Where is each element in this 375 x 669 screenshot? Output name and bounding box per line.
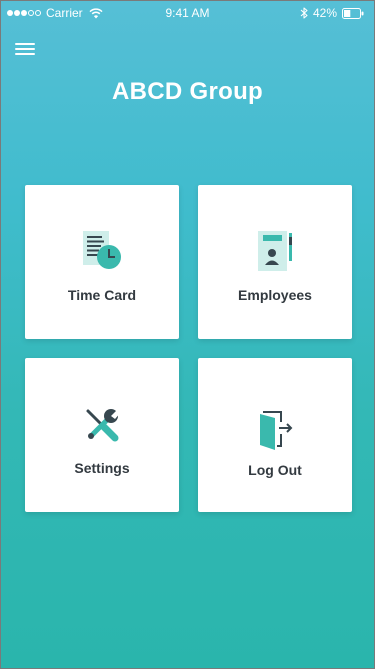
settings-tile[interactable]: Settings xyxy=(25,358,179,512)
menu-line xyxy=(15,48,35,50)
tile-label-log-out: Log Out xyxy=(248,462,302,478)
tile-label-employees: Employees xyxy=(238,287,312,303)
app-screen: Carrier 9:41 AM 42% ABCD Group Time Card… xyxy=(0,0,375,669)
employee-badge-icon xyxy=(198,229,352,278)
page-title: ABCD Group xyxy=(112,78,263,105)
hamburger-menu-icon[interactable] xyxy=(15,41,37,57)
menu-line xyxy=(15,53,35,55)
battery-icon xyxy=(342,7,364,19)
status-bar: Carrier 9:41 AM 42% xyxy=(1,1,374,25)
battery-percentage: 42% xyxy=(312,6,337,20)
tile-label-time-card: Time Card xyxy=(67,287,137,303)
logout-door-icon xyxy=(198,408,352,457)
employees-tile[interactable]: Employees xyxy=(198,185,352,339)
timecard-icon xyxy=(25,229,179,278)
wrench-screwdriver-icon xyxy=(25,405,179,450)
tile-label-settings: Settings xyxy=(74,460,130,476)
time-card-tile[interactable]: Time Card xyxy=(25,185,179,339)
bluetooth-icon xyxy=(300,7,308,19)
menu-line xyxy=(15,43,35,45)
status-right: 42% xyxy=(300,6,364,20)
log-out-tile[interactable]: Log Out xyxy=(198,358,352,512)
